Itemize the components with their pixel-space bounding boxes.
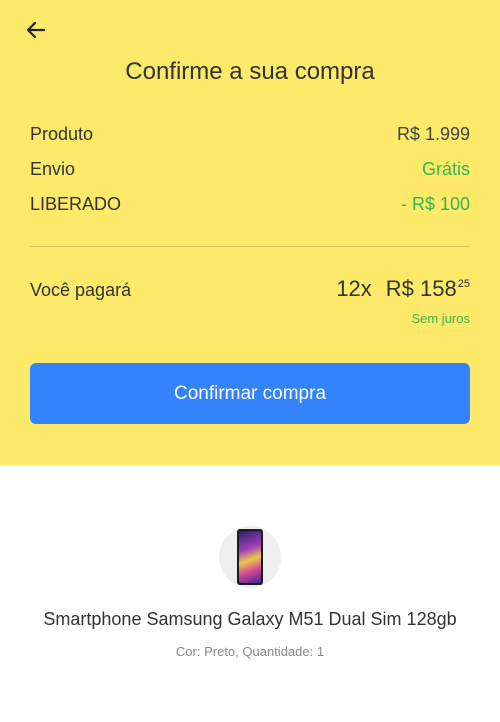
product-price-row: Produto R$ 1.999 — [30, 124, 470, 145]
discount-row: LIBERADO - R$ 100 — [30, 194, 470, 215]
product-image — [219, 526, 281, 588]
product-price-label: Produto — [30, 124, 94, 144]
installments-count: 12x — [336, 276, 372, 301]
checkout-summary-panel: Confirme a sua compra Produto R$ 1.999 E… — [0, 0, 500, 465]
product-price-value: R$ 1.999 — [396, 124, 470, 144]
back-button[interactable] — [22, 16, 50, 44]
divider — [30, 246, 470, 247]
discount-label: LIBERADO — [30, 194, 122, 214]
smartphone-image — [237, 529, 263, 585]
shipping-label: Envio — [30, 159, 76, 179]
phone-screen — [239, 531, 261, 583]
total-amount: 12x R$ 158 25 — [336, 276, 470, 302]
interest-note: Sem juros — [411, 311, 470, 326]
product-name: Smartphone Samsung Galaxy M51 Dual Sim 1… — [43, 609, 457, 629]
total-label: Você pagará — [30, 280, 132, 300]
installment-cents: 25 — [457, 278, 470, 290]
arrow-left-icon — [26, 21, 46, 39]
page-title: Confirme a sua compra — [125, 58, 375, 85]
shipping-value: Grátis — [421, 159, 470, 179]
discount-value: - R$ 100 — [400, 194, 470, 214]
product-meta: Cor: Preto, Quantidade: 1 — [175, 644, 325, 659]
installment-amount: R$ 158 — [385, 276, 457, 301]
shipping-row: Envio Grátis — [30, 159, 470, 180]
confirm-purchase-button[interactable]: Confirmar compra — [30, 363, 470, 424]
